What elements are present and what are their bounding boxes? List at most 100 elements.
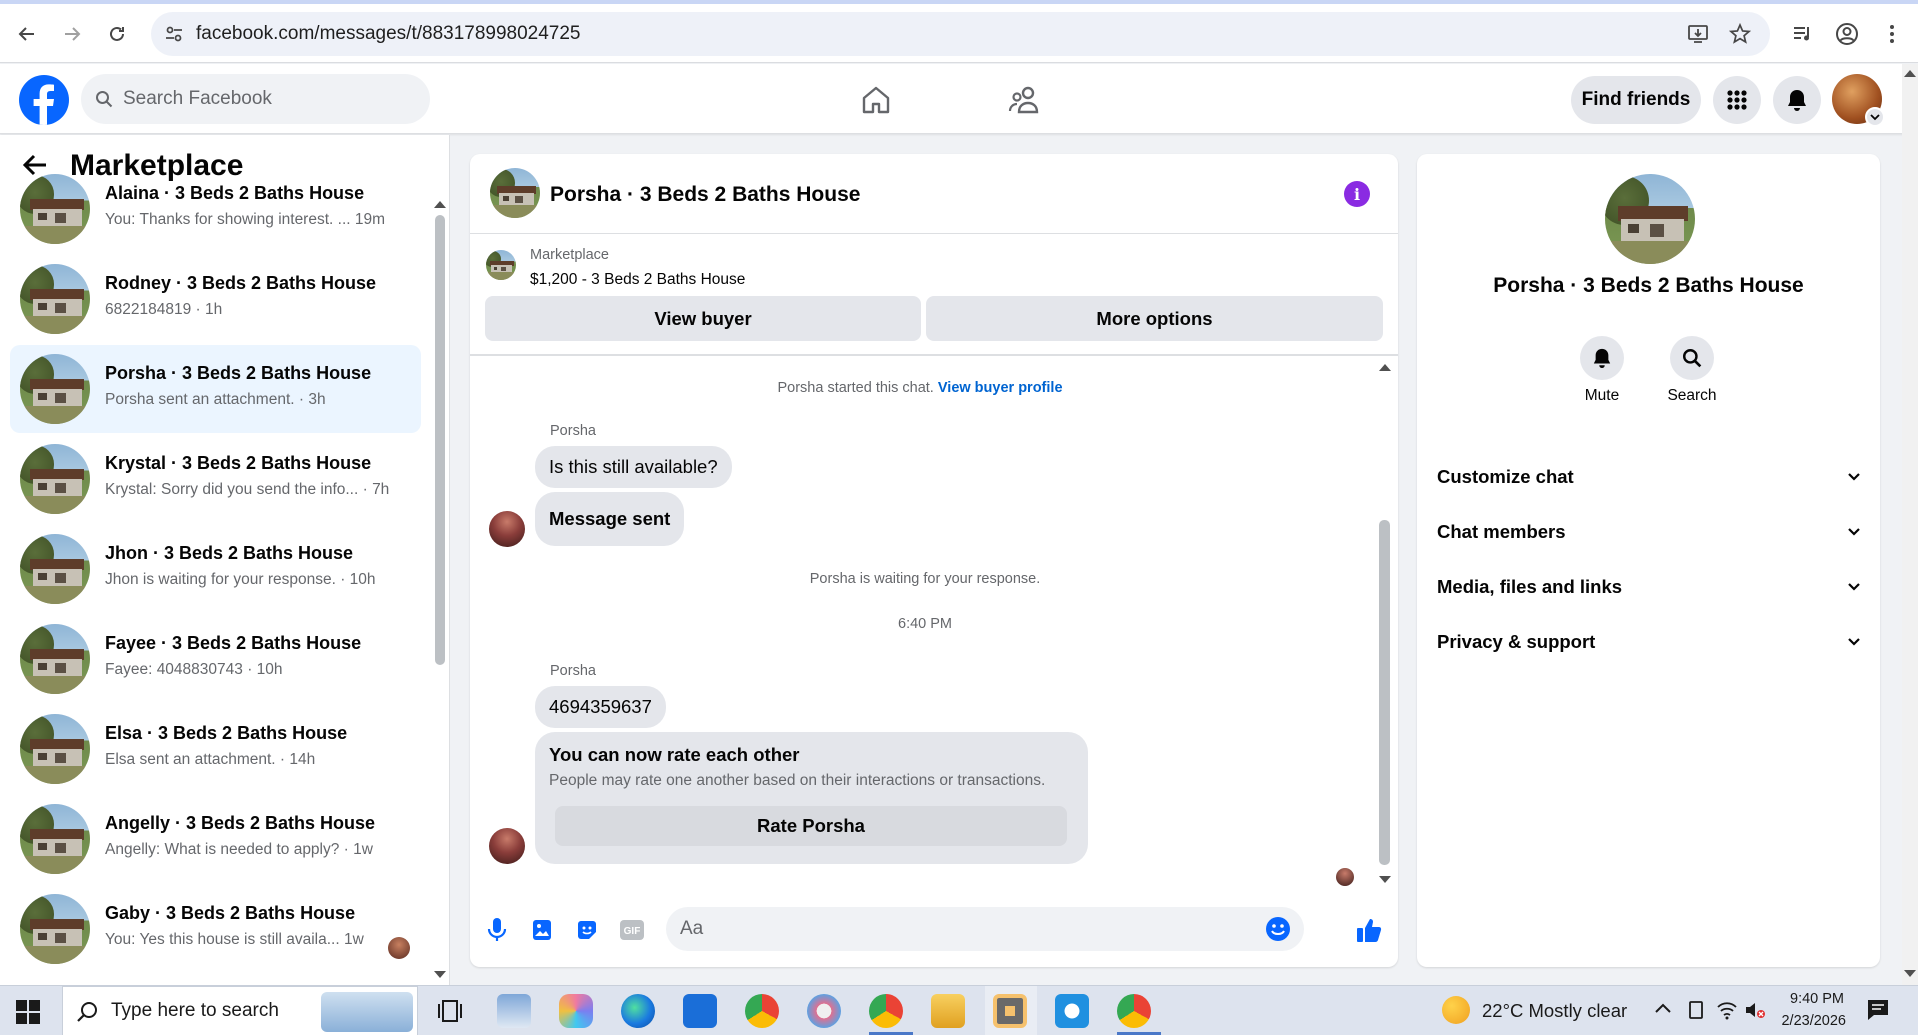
notifications-bell-icon[interactable] (1773, 76, 1821, 124)
conversation-item[interactable]: Elsa · 3 Beds 2 Baths House Elsa sent an … (10, 705, 421, 793)
weather-text[interactable]: 22°C Mostly clear (1482, 1000, 1627, 1022)
details-section[interactable]: Customize chat (1437, 456, 1860, 498)
message-bubble[interactable]: Is this still available? (535, 446, 732, 488)
chrome-icon[interactable] (745, 994, 779, 1028)
url-text[interactable]: facebook.com/messages/t/883178998024725 (196, 23, 581, 45)
listing-thumbnail[interactable] (486, 250, 516, 280)
conversation-item[interactable]: Alaina · 3 Beds 2 Baths House You: Thanks… (10, 165, 421, 253)
conversation-preview: You: Thanks for showing interest. ... 19… (105, 211, 386, 228)
scroll-down-icon[interactable] (434, 971, 446, 978)
outlook-icon[interactable] (683, 994, 717, 1028)
chevron-up-icon[interactable] (1654, 1002, 1672, 1014)
wifi-icon[interactable] (1716, 1000, 1738, 1020)
message-sender: Porsha (550, 663, 596, 679)
menu-grid-icon[interactable] (1713, 76, 1761, 124)
emoji-icon[interactable] (1265, 916, 1291, 942)
profile-icon[interactable] (1830, 17, 1864, 51)
like-thumb-icon[interactable] (1355, 916, 1383, 944)
search-label[interactable]: Search (1652, 387, 1732, 405)
browser-menu-icon[interactable] (1875, 17, 1909, 51)
sender-avatar[interactable] (489, 828, 525, 864)
site-info-icon[interactable] (164, 24, 184, 44)
taskbar-search[interactable]: Type here to search (62, 986, 418, 1035)
search-highlight-image (321, 992, 413, 1032)
clock-date[interactable]: 2/23/2026 (1774, 1013, 1846, 1029)
window-scroll-down-icon[interactable] (1904, 970, 1916, 977)
reload-icon[interactable] (99, 16, 135, 52)
details-section[interactable]: Privacy & support (1437, 621, 1860, 663)
sender-avatar[interactable] (489, 511, 525, 547)
conversation-item[interactable]: Jhon · 3 Beds 2 Baths House Jhon is waiti… (10, 525, 421, 613)
chat-scroll-down-icon[interactable] (1379, 876, 1391, 883)
windows-start-icon[interactable] (16, 1000, 40, 1024)
view-buyer-profile-link[interactable]: View buyer profile (938, 380, 1063, 396)
chat-scroll-up-icon[interactable] (1379, 364, 1391, 371)
scroll-up-icon[interactable] (434, 201, 446, 208)
info-icon[interactable]: i (1344, 181, 1370, 207)
conversation-item[interactable]: Gaby · 3 Beds 2 Baths House You: Yes this… (10, 885, 421, 973)
chat-started-text: Porsha started this chat. (777, 380, 934, 396)
message-bubble[interactable]: 4694359637 (535, 686, 666, 728)
microphone-icon[interactable] (483, 916, 511, 944)
photos-app-icon[interactable] (807, 994, 841, 1028)
file-explorer-icon[interactable] (931, 994, 965, 1028)
listing-large-thumbnail[interactable] (1605, 174, 1695, 264)
details-section[interactable]: Media, files and links (1437, 566, 1860, 608)
find-friends-button[interactable]: Find friends (1571, 76, 1701, 124)
view-buyer-button[interactable]: View buyer (485, 296, 921, 341)
facebook-logo-icon[interactable] (19, 75, 69, 125)
message-input[interactable] (680, 917, 1240, 941)
home-icon[interactable] (852, 76, 900, 124)
media-controls-icon[interactable] (1785, 17, 1819, 51)
weather-icon[interactable] (1442, 996, 1470, 1024)
account-avatar[interactable] (1832, 74, 1885, 127)
conversation-item[interactable]: Rodney · 3 Beds 2 Baths House 6822184819 … (10, 255, 421, 343)
message-bubble[interactable]: Message sent (535, 492, 685, 546)
browser-app-icon[interactable] (1055, 994, 1089, 1028)
chat-panel: Porsha · 3 Beds 2 Baths House i Marketpl… (470, 154, 1398, 967)
details-section-label: Chat members (1437, 521, 1566, 542)
chat-avatar[interactable] (490, 168, 540, 218)
task-view-icon[interactable] (438, 998, 462, 1024)
bookmark-star-icon[interactable] (1729, 23, 1751, 45)
sticker-icon[interactable] (573, 916, 601, 944)
back-icon[interactable] (9, 16, 45, 52)
conversation-item[interactable]: Porsha · 3 Beds 2 Baths House Porsha sent… (10, 345, 421, 433)
volume-muted-icon[interactable] (1744, 1000, 1766, 1020)
chat-scrollbar[interactable] (1379, 520, 1390, 865)
forward-icon[interactable] (54, 16, 90, 52)
gif-icon[interactable]: GIF (618, 916, 646, 944)
details-section[interactable]: Chat members (1437, 511, 1860, 553)
window-scroll-up-icon[interactable] (1904, 70, 1916, 77)
chevron-down-icon (1848, 638, 1860, 646)
clock-time[interactable]: 9:40 PM (1788, 991, 1844, 1007)
taskbar-app-icon[interactable] (497, 994, 531, 1028)
chevron-down-icon[interactable] (1865, 107, 1885, 127)
rate-porsha-button[interactable]: Rate Porsha (555, 806, 1067, 846)
conversation-item[interactable]: Fayee · 3 Beds 2 Baths House Fayee: 40488… (10, 615, 421, 703)
facebook-search-box[interactable] (81, 74, 430, 124)
more-options-button[interactable]: More options (926, 296, 1383, 341)
sidebar-scrollbar[interactable] (435, 215, 445, 665)
conversation-item[interactable]: Angelly · 3 Beds 2 Baths House Angelly: W… (10, 795, 421, 883)
mute-bell-icon[interactable] (1580, 336, 1624, 380)
message-composer[interactable] (666, 907, 1304, 951)
details-section-label: Media, files and links (1437, 576, 1623, 597)
mute-label[interactable]: Mute (1562, 387, 1642, 405)
notification-center-icon[interactable] (1866, 998, 1892, 1022)
chat-title[interactable]: Porsha · 3 Beds 2 Baths House (550, 183, 860, 207)
chrome-window-icon[interactable] (1117, 994, 1151, 1028)
friends-icon[interactable] (1001, 76, 1049, 124)
edge-icon[interactable] (621, 994, 655, 1028)
listing-price[interactable]: $1,200 - 3 Beds 2 Baths House (530, 271, 745, 289)
search-input[interactable] (123, 88, 393, 110)
photo-icon[interactable] (528, 916, 556, 944)
chrome-profile-icon[interactable] (869, 994, 903, 1028)
device-icon[interactable] (1686, 1000, 1706, 1020)
window-scrollbar[interactable] (1902, 64, 1918, 985)
copilot-icon[interactable] (559, 994, 593, 1028)
address-bar[interactable]: facebook.com/messages/t/883178998024725 (151, 12, 1770, 56)
conversation-item[interactable]: Krystal · 3 Beds 2 Baths House Krystal: S… (10, 435, 421, 523)
search-chat-icon[interactable] (1670, 336, 1714, 380)
install-app-icon[interactable] (1687, 23, 1709, 45)
